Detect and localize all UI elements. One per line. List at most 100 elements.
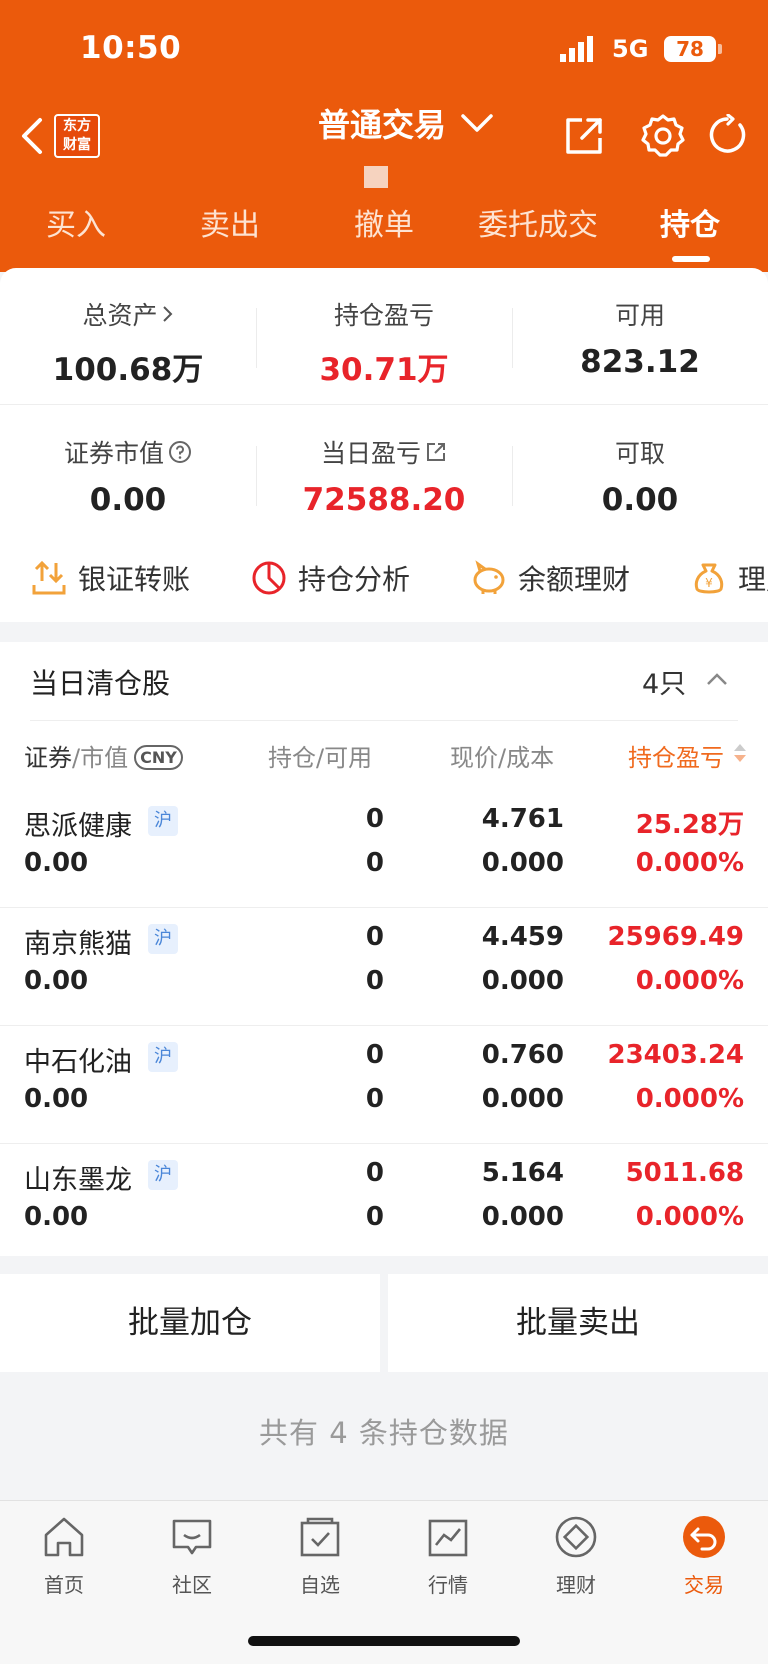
holding-pnl-pct: 0.000% [635,1202,744,1232]
tab-orders-trades[interactable]: 委托成交 [468,200,608,244]
col-sep: / [498,744,507,772]
tabbar-label: 交易 [684,1573,724,1597]
holding-price: 5.164 [481,1158,564,1188]
col-price: 现价 [450,744,498,772]
trade-icon [683,1516,725,1558]
holding-pnl: 5011.68 [625,1158,744,1188]
market-value: 证券市值 0.00 [0,434,256,518]
holding-market-value: 0.00 [24,1084,89,1114]
wealth-icon [555,1516,597,1558]
page-title: 普通交易 [318,106,447,144]
holding-price: 4.761 [481,804,564,834]
col-market-value: 市值 [80,744,129,772]
holding-position: 0 [365,922,384,952]
holding-pnl: 25.28万 [635,810,744,840]
market-tag: 沪 [148,924,178,954]
holding-row[interactable]: 山东墨龙沪 0.00 0 0 5.164 0.000 5011.68 0.000% [0,1144,768,1262]
holding-pnl-pct: 0.000% [635,966,744,996]
withdrawable-value: 0.00 [601,482,679,518]
tab-positions[interactable]: 持仓 [650,200,730,244]
chevron-down-icon [461,114,493,132]
chevron-up-icon[interactable] [706,672,728,686]
network-type: 5G [612,35,649,63]
asset-summary-panel: 总资产 100.68万 持仓盈亏 30.71万 可用 823.12 证券市值 0… [0,268,768,622]
home-icon [44,1517,84,1557]
share-icon[interactable] [562,114,606,158]
tabbar-home[interactable]: 首页 [0,1513,128,1598]
settings-gear-icon[interactable] [640,112,686,158]
tool-wealth[interactable]: ¥ 理财 [690,558,768,598]
holding-row[interactable]: 中石化油沪 0.00 0 0 0.760 0.000 23403.24 0.000% [0,1026,768,1144]
tool-balance-wealth[interactable]: 余额理财 [470,558,630,598]
holding-available: 0 [365,1084,384,1114]
divider [30,720,738,721]
batch-add-button[interactable]: 批量加仓 [0,1274,380,1372]
tabbar-community[interactable]: 社区 [128,1513,256,1598]
market-tag: 沪 [148,806,178,836]
tabbar-wealth[interactable]: 理财 [512,1513,640,1598]
tabbar-label: 行情 [428,1573,468,1597]
piggy-bank-icon [473,560,505,594]
tool-label: 持仓分析 [298,563,411,596]
tabbar-trade[interactable]: 交易 [640,1513,768,1598]
battery-tip [718,44,722,54]
tabbar-label: 首页 [44,1573,84,1597]
sort-icon[interactable] [732,742,748,764]
refresh-icon[interactable] [706,114,748,156]
money-bag-icon: ¥ [694,563,724,594]
available-label: 可用 [614,301,665,330]
holding-available: 0 [365,966,384,996]
holdings-total-note: 共有 4 条持仓数据 [259,1416,509,1450]
tool-bank-transfer[interactable]: 银证转账 [30,558,190,598]
account-type-selector[interactable]: 普通交易 [318,98,494,148]
holdings-count: 4只 [642,669,687,700]
watchlist-icon [300,1517,340,1557]
total-assets[interactable]: 总资产 100.68万 [0,296,256,389]
col-cost: 成本 [506,744,555,772]
tab-buy[interactable]: 买入 [36,200,116,244]
holding-name: 中石化油 [24,1047,132,1078]
holding-available: 0 [365,848,384,878]
holding-market-value: 0.00 [24,1202,89,1232]
tabbar-market[interactable]: 行情 [384,1513,512,1598]
community-icon [172,1519,212,1555]
tool-position-analysis[interactable]: 持仓分析 [250,558,410,598]
holding-position: 0 [365,804,384,834]
tabbar-watchlist[interactable]: 自选 [256,1513,384,1598]
app-logo[interactable]: 东方 财富 [54,114,100,158]
holding-row[interactable]: 思派健康沪 0.00 0 0 4.761 0.000 25.28万 0.000% [0,790,768,908]
svg-text:¥: ¥ [705,576,713,590]
holding-pnl: 25969.49 [607,922,744,952]
holding-market-value: 0.00 [24,966,89,996]
tab-sell[interactable]: 卖出 [190,200,270,244]
daily-pnl[interactable]: 当日盈亏 72588.20 [256,434,512,518]
external-link-icon [427,443,445,461]
divider [0,404,768,405]
available-funds: 可用 823.12 [512,296,768,380]
holding-market-value: 0.00 [24,848,89,878]
col-header-pnl[interactable]: 持仓盈亏 [628,738,724,773]
holding-cost: 0.000 [481,848,564,878]
tool-label: 银证转账 [78,563,191,596]
holding-cost: 0.000 [481,1202,564,1232]
quick-tools: 银证转账 持仓分析 余额理财 ¥ 理财 [0,558,768,608]
holding-position: 0 [365,1040,384,1070]
position-pnl-value: 30.71万 [319,352,449,388]
currency-toggle[interactable]: CNY [134,745,183,770]
pie-chart-icon [252,561,286,595]
col-header-price: 现价/成本 [450,738,554,773]
tabbar-label: 自选 [300,1573,340,1597]
back-arrow-icon[interactable] [18,116,44,156]
available-value: 823.12 [580,344,700,380]
battery-level: 78 [664,36,716,62]
batch-sell-button[interactable]: 批量卖出 [388,1274,768,1372]
tabbar-label: 社区 [172,1573,212,1597]
holding-row[interactable]: 南京熊猫沪 0.00 0 0 4.459 0.000 25969.49 0.000% [0,908,768,1026]
help-icon[interactable] [168,440,192,464]
daily-pnl-value: 72588.20 [302,482,466,518]
trade-tabs: 买入 卖出 撤单 委托成交 持仓 [0,200,768,260]
tabbar-label: 理财 [556,1573,596,1597]
tab-cancel-order[interactable]: 撤单 [344,200,424,244]
col-security: 证券 [24,744,72,772]
col-header-security: 证券/市值 CNY [24,738,183,773]
